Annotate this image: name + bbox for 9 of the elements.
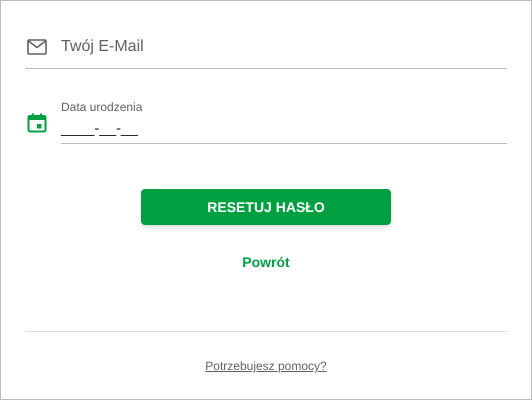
calendar-icon [27, 113, 47, 133]
date-field[interactable]: Data urodzenia ____-__-__ [61, 99, 507, 144]
mail-icon [27, 38, 47, 54]
email-field[interactable]: Twój E-Mail [61, 34, 507, 58]
back-link[interactable]: Powrót [242, 252, 290, 273]
field-label: Data urodzenia [61, 99, 144, 115]
field-value: ____-__-__ [61, 119, 139, 139]
reset-password-button[interactable]: RESETUJ HASŁO [141, 189, 391, 225]
help-link[interactable]: Potrzebujesz pomocy? [205, 357, 327, 375]
